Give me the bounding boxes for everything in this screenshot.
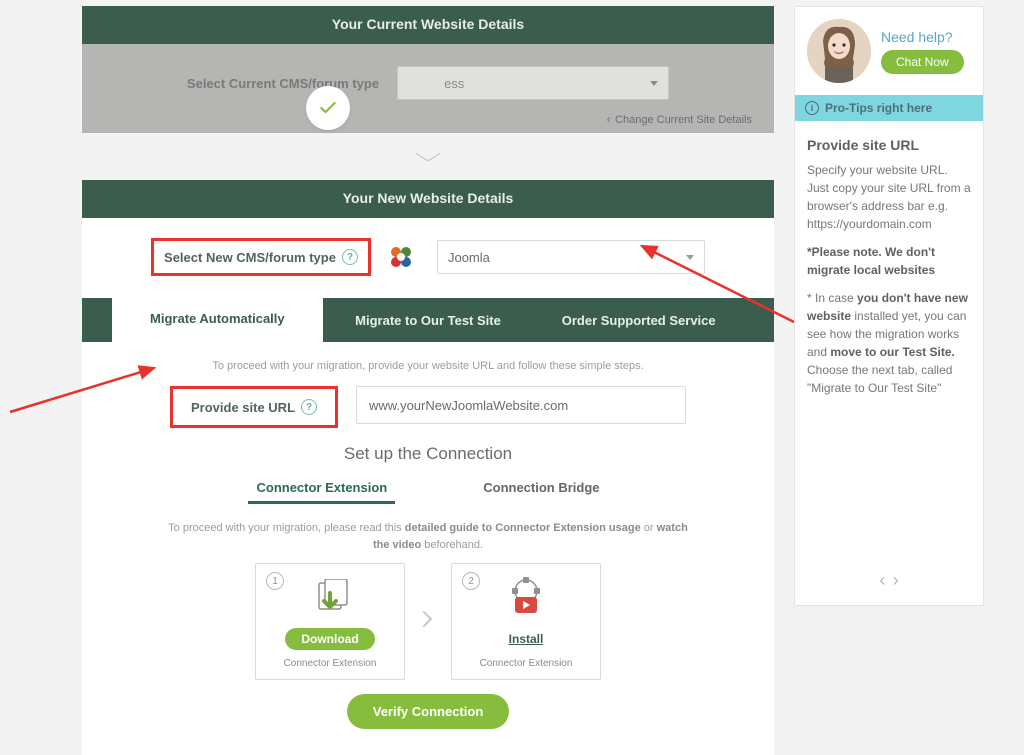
step-2-badge: 2 [462, 572, 480, 590]
current-cms-select[interactable]: ess [397, 66, 669, 100]
step-1-badge: 1 [266, 572, 284, 590]
new-cms-label-highlighted: Select New CMS/forum type ? [151, 238, 371, 276]
new-website-panel: Your New Website Details Select New CMS/… [82, 180, 774, 755]
verify-connection-button[interactable]: Verify Connection [347, 694, 510, 729]
pro-tips-banner: i Pro-Tips right here [795, 95, 983, 121]
checkmark-icon [306, 86, 350, 130]
install-video-icon [501, 578, 551, 620]
new-website-title: Your New Website Details [343, 190, 514, 206]
nav-prev-icon[interactable]: ‹ [879, 570, 885, 590]
download-icon [307, 578, 353, 620]
install-card[interactable]: 2 Install Connector Extension [451, 563, 601, 680]
migration-tabs: Migrate Automatically Migrate to Our Tes… [82, 298, 774, 342]
current-cms-label: Select Current CMS/forum type [187, 76, 379, 91]
sidebar-p1: Specify your website URL. Just copy your… [807, 161, 971, 233]
change-site-link[interactable]: ‹Change Current Site Details [102, 100, 754, 127]
guide-text: To proceed with your migration, please r… [168, 520, 688, 553]
download-card[interactable]: 1 Download Connector Extension [255, 563, 405, 680]
tab-migrate-test[interactable]: Migrate to Our Test Site [323, 298, 534, 342]
subtab-connection-bridge[interactable]: Connection Bridge [475, 474, 607, 504]
chat-now-button[interactable]: Chat Now [881, 50, 964, 74]
site-url-input[interactable]: www.yourNewJoomlaWebsite.com [356, 386, 686, 424]
help-icon[interactable]: ? [301, 399, 317, 415]
joomla-icon [389, 245, 413, 269]
section-divider-chevron [82, 133, 774, 180]
sidebar-note: *Please note. We don't migrate local web… [807, 243, 971, 279]
new-website-header: Your New Website Details [82, 180, 774, 218]
install-caption: Connector Extension [480, 658, 573, 669]
new-cms-select[interactable]: Joomla [437, 240, 705, 274]
current-website-body: Select Current CMS/forum type ess ‹Chang… [82, 44, 774, 133]
sidebar-nav: ‹ › [795, 570, 983, 591]
chevron-right-icon [421, 609, 435, 634]
current-website-panel: Your Current Website Details Select Curr… [82, 6, 774, 133]
chevron-down-icon [650, 81, 658, 86]
avatar [807, 19, 871, 83]
info-icon: i [805, 101, 819, 115]
tab-content: To proceed with your migration, provide … [82, 342, 774, 755]
guide-link-detailed[interactable]: detailed guide to Connector Extension us… [405, 522, 641, 534]
connection-subtabs: Connector Extension Connection Bridge [110, 474, 746, 504]
help-sidebar: Need help? Chat Now i Pro-Tips right her… [794, 6, 984, 606]
setup-connection-title: Set up the Connection [110, 444, 746, 464]
nav-next-icon[interactable]: › [893, 570, 899, 590]
subtab-connector-ext[interactable]: Connector Extension [248, 474, 395, 504]
need-help-text: Need help? [881, 29, 964, 45]
sidebar-p2: * In case you don't have new website ins… [807, 289, 971, 397]
current-website-header: Your Current Website Details [82, 6, 774, 44]
install-link[interactable]: Install [493, 628, 560, 650]
download-caption: Connector Extension [284, 658, 377, 669]
tab-migrate-auto[interactable]: Migrate Automatically [112, 294, 323, 342]
chevron-down-icon [686, 255, 694, 260]
site-url-label-highlighted: Provide site URL ? [170, 386, 338, 428]
current-website-title: Your Current Website Details [332, 16, 524, 32]
sidebar-heading: Provide site URL [807, 137, 971, 153]
migration-instruction: To proceed with your migration, provide … [110, 360, 746, 372]
tab-order-service[interactable]: Order Supported Service [533, 298, 744, 342]
download-button[interactable]: Download [285, 628, 374, 650]
help-icon[interactable]: ? [342, 249, 358, 265]
